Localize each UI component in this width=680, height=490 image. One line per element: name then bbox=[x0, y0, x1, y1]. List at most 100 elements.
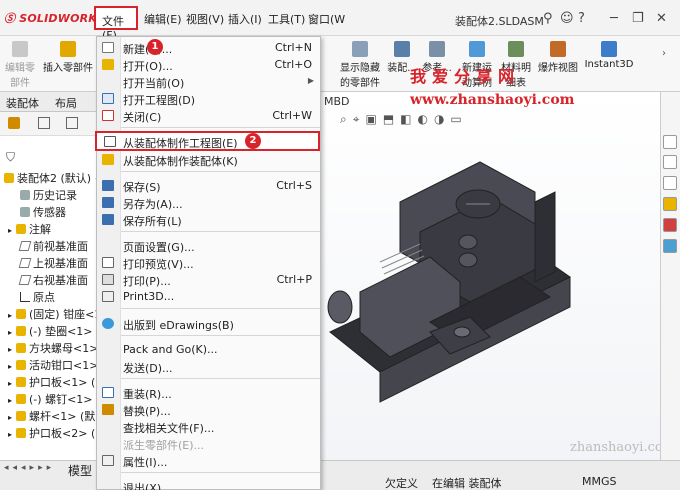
menu-item-make-assembly-from-assembly[interactable]: 从装配体制作装配体(K) bbox=[97, 151, 320, 168]
ribbon-exploded-view[interactable]: 爆炸视图 bbox=[536, 38, 580, 93]
tree-item-root[interactable]: 装配体2 (默认) < bbox=[4, 170, 104, 186]
tree-item-top-plane[interactable]: 上视基准面 bbox=[18, 255, 88, 271]
tree-item-component[interactable]: ▸ (-) 垫圈<1> ( bbox=[8, 323, 100, 339]
feature-manager-icon[interactable] bbox=[8, 117, 20, 129]
tree-toolbar bbox=[0, 112, 100, 136]
property-manager-icon[interactable] bbox=[38, 117, 50, 129]
tree-item-history[interactable]: 历史记录 bbox=[20, 187, 77, 203]
menu-tools[interactable]: 工具(T) bbox=[268, 11, 305, 27]
menu-item-close[interactable]: 关闭(C) Ctrl+W bbox=[97, 107, 320, 124]
help-icon[interactable]: ? bbox=[578, 11, 585, 26]
expand-arrow-icon[interactable]: ▸ bbox=[8, 430, 12, 439]
menu-file[interactable]: 文件(F) bbox=[94, 6, 138, 42]
submenu-arrow-icon: ▶ bbox=[307, 76, 314, 85]
expand-arrow-icon[interactable]: ▸ bbox=[8, 362, 12, 371]
appearances-icon[interactable] bbox=[663, 218, 677, 232]
tab-assembly[interactable]: 装配体 bbox=[6, 95, 39, 111]
expand-arrow-icon[interactable]: ▸ bbox=[8, 396, 12, 405]
tree-item-annotations[interactable]: ▸ 注解 bbox=[8, 221, 51, 237]
expand-arrow-icon[interactable]: ▸ bbox=[8, 345, 12, 354]
minimize-icon[interactable]: ─ bbox=[610, 11, 618, 26]
plane-icon bbox=[18, 241, 32, 251]
menu-item-print-preview[interactable]: 打印预览(V)... bbox=[97, 254, 320, 271]
tab-scroll-arrows[interactable]: ◂◂◂▸▸▸ bbox=[4, 463, 55, 473]
tree-item-right-plane[interactable]: 右视基准面 bbox=[18, 272, 88, 288]
solidworks-logo[interactable]: Ⓢ SOLIDWORKS bbox=[4, 10, 105, 26]
menu-item-make-drawing-from-assembly[interactable]: 从装配体制作工程图(E) bbox=[95, 131, 320, 151]
tree-item-component[interactable]: ▸ 护口板<1> ( bbox=[8, 374, 95, 390]
tree-item-component[interactable]: ▸ (固定) 钳座<1 bbox=[8, 306, 101, 322]
tree-item-component[interactable]: ▸ 活动钳口<1> bbox=[8, 357, 98, 373]
tab-layout[interactable]: 布局 bbox=[55, 95, 77, 111]
menu-item-print3d[interactable]: Print3D... bbox=[97, 288, 320, 305]
menu-item-publish-edrawings[interactable]: 出版到 eDrawings(B) bbox=[97, 315, 320, 332]
expand-arrow-icon[interactable]: ▸ bbox=[8, 379, 12, 388]
expand-arrow-icon[interactable]: ▸ bbox=[8, 328, 12, 337]
tree-item-component[interactable]: ▸ 护口板<2> ( bbox=[8, 425, 95, 441]
graphics-area[interactable] bbox=[320, 92, 660, 460]
tab-mbd[interactable]: MBD bbox=[320, 92, 350, 110]
part-icon bbox=[16, 360, 27, 370]
step-badge-1: 1 bbox=[147, 39, 163, 55]
edit-component-icon bbox=[12, 41, 28, 57]
design-library-icon[interactable] bbox=[663, 155, 677, 169]
heads-up-view-toolbar[interactable]: ⌕⌖▣⬒◧◐◑▭ bbox=[340, 112, 468, 127]
menu-insert[interactable]: 插入(I) bbox=[228, 11, 262, 27]
expand-arrow-icon[interactable]: ▸ bbox=[8, 311, 12, 320]
expand-arrow-icon[interactable]: ▸ bbox=[8, 226, 12, 235]
search-icon[interactable]: ⚲ bbox=[543, 11, 553, 26]
tree-item-front-plane[interactable]: 前视基准面 bbox=[18, 238, 88, 254]
menu-item-save-as[interactable]: 另存为(A)... bbox=[97, 194, 320, 211]
save-icon bbox=[102, 180, 114, 191]
menu-item-find-references[interactable]: 查找相关文件(F)... bbox=[97, 418, 320, 435]
menu-item-print[interactable]: 打印(P)... Ctrl+P bbox=[97, 271, 320, 288]
annotation-icon bbox=[16, 224, 27, 234]
menu-window[interactable]: 窗口(W bbox=[308, 11, 345, 27]
menu-item-new[interactable]: 新建(N)...Ctrl+N bbox=[97, 39, 320, 56]
menu-separator bbox=[121, 171, 320, 172]
expand-arrow-icon[interactable]: ▸ bbox=[8, 413, 12, 422]
status-units[interactable]: MMGS bbox=[582, 475, 617, 488]
menu-item-open-drawing[interactable]: 打开工程图(D) bbox=[97, 90, 320, 107]
tree-item-component[interactable]: ▸ (-) 螺钉<1> ( bbox=[8, 391, 100, 407]
user-icon[interactable]: ☺ bbox=[560, 11, 574, 26]
replace-icon bbox=[102, 404, 114, 415]
ribbon-show-hidden[interactable]: 显示隐藏的零部件 bbox=[336, 38, 384, 93]
menu-edit[interactable]: 编辑(E) bbox=[144, 11, 182, 27]
menu-item-replace[interactable]: 替换(P)... bbox=[97, 401, 320, 418]
solidworks-resources-icon[interactable] bbox=[663, 135, 677, 149]
menu-item-send[interactable]: 发送(D)... bbox=[97, 358, 320, 375]
ribbon-expand-icon[interactable]: › bbox=[662, 48, 666, 59]
ribbon-edit-component[interactable]: 编辑零部件 bbox=[2, 38, 38, 93]
menu-item-save[interactable]: 保存(S) Ctrl+S bbox=[97, 177, 320, 194]
ribbon-insert-component[interactable]: 插入零部件 bbox=[40, 38, 96, 93]
menu-label: 从装配体制作装配体(K) bbox=[123, 155, 238, 168]
tree-label: 装配体2 (默认) < bbox=[17, 172, 104, 185]
tree-label: 历史记录 bbox=[33, 189, 77, 202]
tree-item-component[interactable]: ▸ 方块螺母<1> bbox=[8, 340, 98, 356]
tree-item-component[interactable]: ▸ 螺杆<1> (默 bbox=[8, 408, 95, 424]
close-window-icon[interactable]: ✕ bbox=[656, 11, 667, 26]
menu-item-exit[interactable]: 退出(X) bbox=[97, 478, 320, 490]
custom-properties-icon[interactable] bbox=[663, 239, 677, 253]
menu-label: 从装配体制作工程图(E) bbox=[123, 137, 238, 150]
menu-item-properties[interactable]: 属性(I)... bbox=[97, 452, 320, 469]
reload-icon bbox=[102, 387, 114, 398]
view-palette-icon[interactable] bbox=[663, 197, 677, 211]
menu-item-open-current[interactable]: 打开当前(O) ▶ bbox=[97, 73, 320, 90]
menu-shortcut: Ctrl+P bbox=[276, 273, 312, 286]
menu-view[interactable]: 视图(V) bbox=[186, 11, 224, 27]
file-explorer-icon[interactable] bbox=[663, 176, 677, 190]
menu-item-pack-and-go[interactable]: Pack and Go(K)... bbox=[97, 341, 320, 358]
tree-item-sensors[interactable]: 传感器 bbox=[20, 204, 66, 220]
restore-icon[interactable]: ❐ bbox=[632, 11, 644, 26]
ribbon-instant3d[interactable]: Instant3D bbox=[584, 38, 634, 93]
tab-model[interactable]: 模型 bbox=[68, 462, 92, 479]
config-manager-icon[interactable] bbox=[66, 117, 78, 129]
menu-item-open[interactable]: 打开(O)... Ctrl+O bbox=[97, 56, 320, 73]
filter-icon[interactable]: ⛉ bbox=[6, 150, 15, 165]
menu-item-page-setup[interactable]: 页面设置(G)... bbox=[97, 237, 320, 254]
menu-item-save-all[interactable]: 保存所有(L) bbox=[97, 211, 320, 228]
tree-item-origin[interactable]: 原点 bbox=[20, 289, 55, 305]
menu-item-reload[interactable]: 重装(R)... bbox=[97, 384, 320, 401]
